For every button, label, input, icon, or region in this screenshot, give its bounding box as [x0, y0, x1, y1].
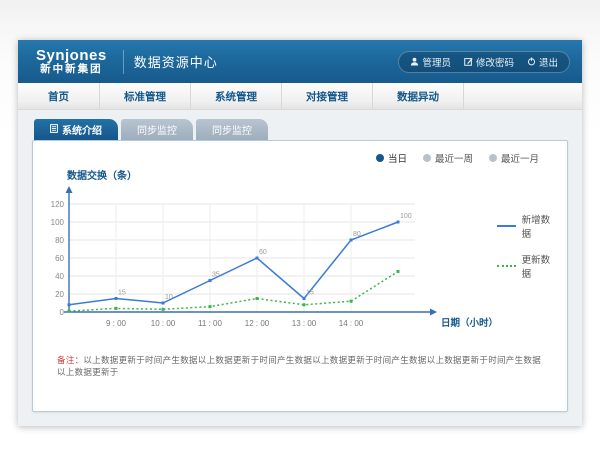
edit-icon [464, 57, 473, 66]
chart-panel: 当日 最近一周 最近一月 数据交换（条） 0 20 40 60 80 100 120 9 : … [32, 140, 568, 412]
header-right: 管理员 修改密码 退出 [398, 51, 570, 73]
logo-brand-cn: 新中新集团 [36, 64, 107, 75]
line-chart: 0 20 40 60 80 100 120 9 : 00 10 : 00 11 : 00 12 : … [43, 184, 495, 338]
y-tick-label: 60 [55, 254, 64, 263]
x-tick-label: 12 : 00 [245, 319, 270, 328]
header-divider [123, 50, 124, 74]
change-password-label: 修改密码 [476, 55, 514, 69]
data-point-label: 35 [212, 272, 220, 279]
x-tick-label: 10 : 00 [151, 319, 176, 328]
data-point [115, 297, 118, 300]
y-tick-label: 40 [55, 272, 64, 281]
data-point-label: 80 [353, 231, 361, 238]
logo: Synjones 新中新集团 [30, 48, 113, 75]
data-point [115, 307, 118, 310]
x-tick-label: 13 : 00 [292, 319, 317, 328]
tab-sync-monitor-1-label: 同步监控 [137, 122, 177, 137]
note-text: 以上数据更新于时间产生数据以上数据更新于时间产生数据以上数据更新于时间产生数据以… [57, 355, 541, 377]
data-point [303, 297, 306, 300]
footer-note: 备注：以上数据更新于时间产生数据以上数据更新于时间产生数据以上数据更新于时间产生… [57, 354, 547, 378]
logout-label: 退出 [539, 55, 558, 69]
legend-new-data-label: 新增数据 [522, 212, 557, 240]
y-tick-label: 20 [55, 290, 64, 299]
y-axis-title: 数据交换（条） [67, 167, 557, 182]
header: Synjones 新中新集团 数据资源中心 管理员 修改密码 [18, 40, 582, 83]
data-point [209, 305, 212, 308]
data-point [256, 297, 259, 300]
user-icon [410, 57, 419, 66]
data-point [397, 270, 400, 273]
nav-item-data-change[interactable]: 数据异动 [373, 83, 464, 109]
admin-button[interactable]: 管理员 [410, 55, 451, 69]
nav-item-standard-mgmt[interactable]: 标准管理 [100, 83, 191, 109]
user-menu: 管理员 修改密码 退出 [398, 51, 570, 73]
x-axis-arrow-icon [430, 309, 437, 316]
admin-label: 管理员 [422, 55, 451, 69]
data-point [303, 303, 306, 306]
data-point-label: 60 [259, 249, 267, 256]
legend-item-update-data: 更新数据 [497, 252, 557, 280]
tab-sync-monitor-2-label: 同步监控 [212, 122, 252, 137]
x-tick-label: 9 : 00 [106, 319, 127, 328]
data-point-label: 100 [400, 213, 412, 220]
nav-item-home[interactable]: 首页 [18, 83, 100, 109]
nav-item-system-mgmt[interactable]: 系统管理 [191, 83, 282, 109]
x-tick-label: 14 : 00 [339, 319, 364, 328]
chart-area: 0 20 40 60 80 100 120 9 : 00 10 : 00 11 : 00 12 : … [43, 184, 557, 338]
data-point [350, 239, 353, 242]
data-point-label: 15 [306, 290, 314, 297]
logout-button[interactable]: 退出 [527, 55, 558, 69]
tab-bar: 系统介绍 同步监控 同步监控 [34, 119, 568, 140]
data-point [350, 300, 353, 303]
y-tick-label: 100 [51, 218, 65, 227]
filter-last-week[interactable]: 最近一周 [423, 151, 473, 165]
main-nav: 首页 标准管理 系统管理 对接管理 数据异动 [18, 83, 582, 110]
tab-sync-monitor-1[interactable]: 同步监控 [121, 119, 193, 140]
app-window: Synjones 新中新集团 数据资源中心 管理员 修改密码 [18, 40, 582, 426]
filter-last-month-label: 最近一月 [501, 151, 539, 165]
data-point [68, 310, 71, 313]
data-point [397, 221, 400, 224]
content-area: 系统介绍 同步监控 同步监控 当日 最近一周 [18, 110, 582, 426]
radio-icon [423, 154, 431, 162]
data-point [68, 303, 71, 306]
filter-last-week-label: 最近一周 [435, 151, 473, 165]
legend-item-new-data: 新增数据 [497, 212, 557, 240]
legend-line-dotted-icon [497, 265, 516, 267]
tab-system-intro[interactable]: 系统介绍 [34, 119, 118, 140]
x-tick-label: 11 : 00 [198, 319, 222, 328]
nav-item-interface-mgmt[interactable]: 对接管理 [282, 83, 373, 109]
data-point-label: 10 [165, 294, 173, 301]
change-password-button[interactable]: 修改密码 [464, 55, 514, 69]
app-title: 数据资源中心 [134, 52, 218, 71]
data-point [162, 302, 165, 305]
power-icon [527, 57, 536, 66]
y-tick-label: 120 [51, 200, 65, 209]
filter-today-label: 当日 [388, 151, 407, 165]
y-axis-arrow-icon [66, 186, 73, 193]
data-point [256, 257, 259, 260]
document-icon [50, 124, 58, 136]
radio-selected-icon [376, 154, 384, 162]
x-axis-title: 日期（小时） [441, 317, 495, 329]
filter-today[interactable]: 当日 [376, 151, 407, 165]
radio-icon [489, 154, 497, 162]
legend-update-data-label: 更新数据 [522, 252, 557, 280]
data-point [162, 308, 165, 311]
tab-system-intro-label: 系统介绍 [62, 122, 102, 137]
filter-last-month[interactable]: 最近一月 [489, 151, 539, 165]
y-tick-label: 0 [60, 308, 65, 317]
note-label: 备注： [57, 355, 83, 365]
logo-brand-en: Synjones [36, 48, 107, 64]
chart-legend: 新增数据 更新数据 [497, 212, 557, 280]
legend-line-solid-icon [497, 225, 516, 227]
tab-sync-monitor-2[interactable]: 同步监控 [196, 119, 268, 140]
y-tick-label: 80 [55, 236, 64, 245]
data-point [209, 279, 212, 282]
data-point-label: 15 [118, 290, 126, 297]
time-range-filters: 当日 最近一周 最近一月 [43, 147, 557, 167]
